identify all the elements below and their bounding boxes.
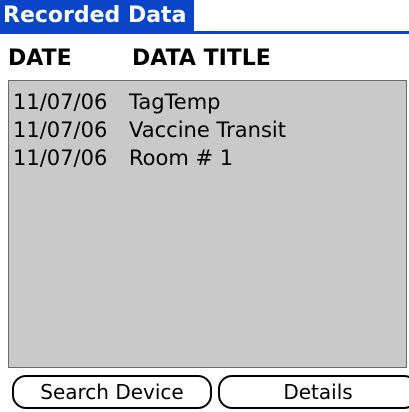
details-button[interactable]: Details xyxy=(218,375,409,409)
list-item-date: 11/07/06 xyxy=(13,146,108,170)
list-item-title: TagTemp xyxy=(129,90,221,114)
list-item-title: Room # 1 xyxy=(129,146,234,170)
search-device-button[interactable]: Search Device xyxy=(12,375,212,409)
title-underline xyxy=(0,31,409,34)
column-header-data-title: DATA TITLE xyxy=(132,46,271,71)
recorded-data-list[interactable]: 11/07/06 TagTemp 11/07/06 Vaccine Transi… xyxy=(8,80,407,368)
window-title: Recorded Data xyxy=(0,0,195,31)
title-bar: Recorded Data xyxy=(0,0,409,34)
column-header-date: DATE xyxy=(8,46,72,71)
list-item-date: 11/07/06 xyxy=(13,118,108,142)
list-item-title: Vaccine Transit xyxy=(129,118,286,142)
list-item-date: 11/07/06 xyxy=(13,90,108,114)
